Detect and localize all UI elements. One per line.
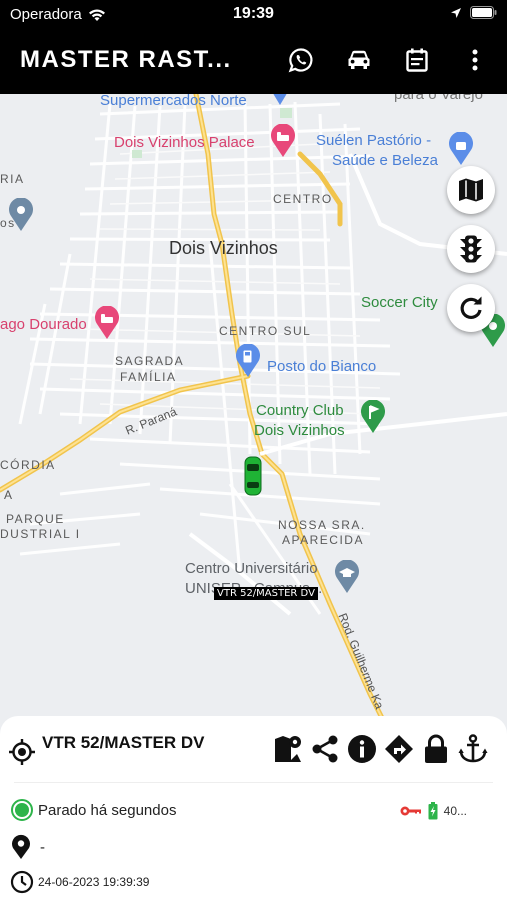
traffic-light-icon [460,235,482,263]
status-right-group [450,6,497,19]
anchor-button[interactable] [457,732,488,766]
label-suelen-2: Saúde e Beleza [332,152,438,169]
hotel-pin-icon[interactable] [270,124,296,158]
label-country-club-1: Country Club [256,402,344,419]
label-centro: CENTRO [273,192,333,206]
vehicle-name: VTR 52/MASTER DV [42,733,205,752]
golf-pin-icon[interactable] [360,400,386,434]
location-arrow-icon [451,7,461,18]
label-dois-vizinhos-city: Dois Vizinhos [169,238,278,258]
label-parque: PARQUE [6,512,65,526]
clock: 19:39 [233,5,274,22]
car-icon [348,50,370,69]
center-on-vehicle-icon[interactable] [8,738,36,766]
anchor-icon [458,734,487,763]
more-icon [472,49,478,71]
app-bar: MASTER RAST... [0,28,507,94]
directions-icon [384,735,413,763]
lock-icon [424,734,447,763]
label-suelen-1: Suélen Pastório - [316,132,432,149]
address-row: - [10,834,45,860]
timestamp-text: 24-06-2023 19:39:39 [38,875,150,889]
label-supermercados: Supermercados Norte [100,94,247,109]
label-ago-dourado: ago Dourado [0,316,87,333]
ignition-key-icon [400,806,421,816]
share-icon [312,735,337,763]
map-view[interactable]: Supermercados Norte para o Varejo Dois V… [0,94,507,734]
label-centro-univ-1: Centro Universitário [185,560,318,577]
location-pin-icon [12,834,30,859]
status-dot-icon [11,799,33,821]
label-a: A [4,488,13,502]
label-aparecida: APARECIDA [282,533,364,547]
refresh-icon [460,296,482,319]
label-posto-do-bianco: Posto do Bianco [267,358,377,375]
status-bar: Operadora 19:39 [0,0,507,28]
share-button[interactable] [309,732,340,766]
status-indicators: 40... [400,802,467,820]
map-base [0,94,507,734]
shopping-pin-icon[interactable] [272,94,288,106]
hotel-pin-2-icon[interactable] [94,306,120,340]
refresh-button[interactable] [447,284,495,332]
label-centro-sul: CENTRO SUL [219,324,312,338]
whatsapp-button[interactable] [283,42,319,78]
label-ria: RIA [0,172,25,186]
vehicle-map-label: VTR 52/MASTER DV [214,587,318,600]
map-type-button[interactable] [447,166,495,214]
reports-button[interactable] [399,42,435,78]
clock-icon [10,870,34,894]
app-bar-actions [283,42,493,78]
label-familia: FAMÍLIA [120,370,177,384]
label-nossa-sra: NOSSA SRA. [278,518,366,532]
battery-icon [470,6,497,19]
info-button[interactable] [346,732,377,766]
school-pin-icon[interactable] [334,560,360,594]
label-para-o-varejo: para o Varejo [394,94,483,103]
timestamp-row: 24-06-2023 19:39:39 [10,870,149,894]
place-pin-icon[interactable] [8,198,34,232]
label-dois-vizinhos-palace: Dois Vizinhos Palace [114,134,255,151]
label-country-club-2: Dois Vizinhos [254,422,345,439]
vehicle-marker-icon[interactable] [243,456,263,496]
whatsapp-icon [288,48,313,73]
address-text: - [40,838,45,856]
status-text: Parado há segundos [38,801,177,819]
beauty-pin-icon[interactable] [448,132,474,166]
status-row: Parado há segundos [10,798,176,822]
vehicles-button[interactable] [341,42,377,78]
directions-button[interactable] [383,732,414,766]
map-layers-icon [459,178,483,202]
lock-button[interactable] [420,732,451,766]
gas-station-pin-icon[interactable] [235,344,261,378]
battery-level-text: 40... [443,804,467,818]
calendar-icon [406,48,428,72]
traffic-button[interactable] [447,225,495,273]
battery-charge-icon [428,802,438,820]
more-menu-button[interactable] [457,42,493,78]
app-title: MASTER RAST... [20,46,232,73]
route-history-icon [274,736,301,762]
vehicle-tools [272,732,488,766]
info-icon [347,735,376,763]
vehicle-detail-sheet: VTR 52/MASTER DV Parado há segundos 40..… [0,716,507,900]
label-soccer-city: Soccer City [361,294,438,311]
label-dustrial: DUSTRIAL I [0,527,81,541]
label-sagrada: SAGRADA [115,354,185,368]
route-history-button[interactable] [272,732,303,766]
sheet-divider [14,782,493,783]
label-cordia: CÓRDIA [0,458,56,472]
